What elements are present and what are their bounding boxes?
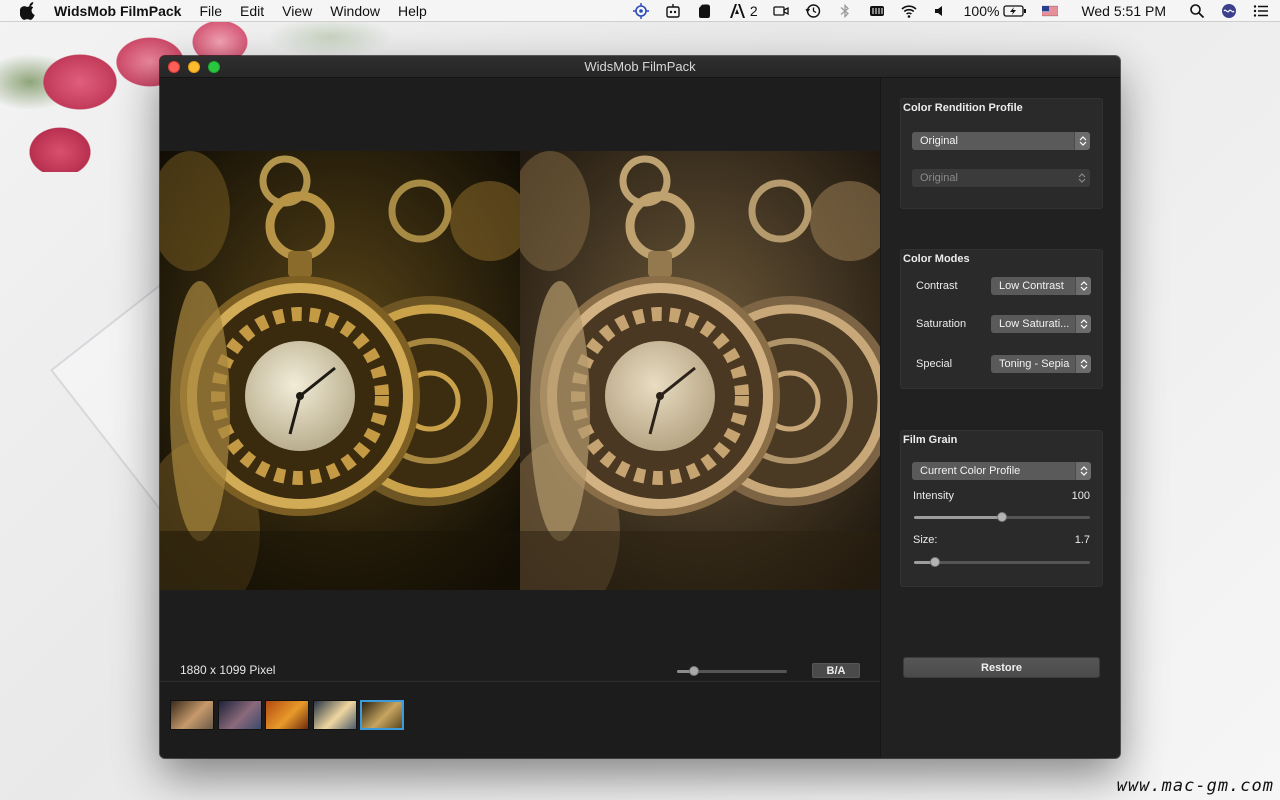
us-flag-icon[interactable] bbox=[1041, 3, 1059, 19]
intensity-slider-fill bbox=[914, 516, 1002, 519]
special-select[interactable]: Toning - Sepia bbox=[991, 355, 1091, 373]
select-arrows-icon bbox=[1074, 169, 1090, 187]
color-rendition-group: Color Rendition Profile Original Origina… bbox=[900, 98, 1103, 209]
intensity-label: Intensity bbox=[913, 490, 954, 502]
minimize-window-button[interactable] bbox=[188, 61, 200, 73]
menu-edit[interactable]: Edit bbox=[240, 3, 264, 19]
location-icon[interactable] bbox=[632, 3, 650, 19]
pocket-watches-sepia-image bbox=[520, 151, 880, 590]
size-label: Size: bbox=[913, 534, 938, 546]
preview-area: 1880 x 1099 Pixel B/A bbox=[160, 78, 880, 680]
window-title: WidsMob FilmPack bbox=[584, 59, 696, 74]
thumbnail-interior[interactable] bbox=[170, 700, 214, 730]
original-photo[interactable] bbox=[160, 151, 520, 590]
battery-icon[interactable] bbox=[1003, 3, 1027, 19]
color-subprofile-select: Original bbox=[912, 169, 1090, 187]
special-label: Special bbox=[916, 358, 953, 370]
grain-profile-select[interactable]: Current Color Profile bbox=[912, 462, 1091, 480]
menu-file[interactable]: File bbox=[199, 3, 222, 19]
evernote-icon[interactable] bbox=[696, 3, 714, 19]
color-subprofile-value: Original bbox=[920, 172, 958, 184]
saturation-value: Low Saturati... bbox=[999, 318, 1070, 330]
window-titlebar[interactable]: WidsMob FilmPack bbox=[160, 56, 1120, 78]
menu-view[interactable]: View bbox=[282, 3, 312, 19]
film-grain-title: Film Grain bbox=[903, 434, 958, 446]
notification-center-icon[interactable] bbox=[1252, 3, 1270, 19]
grain-profile-value: Current Color Profile bbox=[920, 465, 1021, 477]
robot-icon[interactable] bbox=[664, 3, 682, 19]
volume-icon[interactable] bbox=[932, 3, 950, 19]
select-arrows-icon bbox=[1075, 355, 1091, 373]
size-slider-knob[interactable] bbox=[930, 557, 940, 567]
app-window: WidsMob FilmPack 1880 x 1099 Pixel B/A C… bbox=[160, 56, 1120, 758]
adobe-notification-count: 2 bbox=[749, 3, 758, 19]
color-profile-value: Original bbox=[920, 135, 958, 147]
menu-bar-status-area: 2 100% Wed 5:51 PM bbox=[632, 0, 1270, 22]
bluetooth-icon[interactable] bbox=[836, 3, 854, 19]
close-window-button[interactable] bbox=[168, 61, 180, 73]
color-profile-select[interactable]: Original bbox=[912, 132, 1090, 150]
facetime-camera-icon[interactable] bbox=[772, 3, 790, 19]
intensity-slider-knob[interactable] bbox=[997, 512, 1007, 522]
color-rendition-title: Color Rendition Profile bbox=[903, 102, 1023, 114]
saturation-select[interactable]: Low Saturati... bbox=[991, 315, 1091, 333]
select-arrows-icon bbox=[1075, 277, 1091, 295]
filtered-photo[interactable] bbox=[520, 151, 880, 590]
color-modes-title: Color Modes bbox=[903, 253, 970, 265]
color-modes-group: Color Modes Contrast Low Contrast Satura… bbox=[900, 249, 1103, 389]
battery-percentage: 100% bbox=[963, 3, 1000, 19]
zoom-slider[interactable] bbox=[677, 666, 787, 676]
image-dimensions-label: 1880 x 1099 Pixel bbox=[180, 663, 276, 677]
time-machine-icon[interactable] bbox=[804, 3, 822, 19]
pocket-watches-original-image bbox=[160, 151, 520, 590]
adjustments-panel: Color Rendition Profile Original Origina… bbox=[880, 78, 1120, 758]
menu-bar: WidsMob FilmPack File Edit View Window H… bbox=[0, 0, 1280, 22]
size-slider[interactable] bbox=[914, 557, 1090, 567]
thumbnail-sunset-lake[interactable] bbox=[312, 700, 357, 730]
zoom-window-button[interactable] bbox=[208, 61, 220, 73]
window-controls bbox=[168, 61, 220, 73]
select-arrows-icon bbox=[1075, 462, 1091, 480]
thumbnail-pocket-watches[interactable] bbox=[360, 700, 404, 730]
saturation-label: Saturation bbox=[916, 318, 967, 330]
intensity-slider[interactable] bbox=[914, 512, 1090, 522]
special-value: Toning - Sepia bbox=[999, 358, 1070, 370]
menu-bar-clock[interactable]: Wed 5:51 PM bbox=[1081, 3, 1166, 19]
thumbnail-strip bbox=[160, 681, 880, 758]
contrast-select[interactable]: Low Contrast bbox=[991, 277, 1091, 295]
thumbnail-autumn-leaves[interactable] bbox=[265, 700, 309, 730]
film-grain-group: Film Grain Current Color Profile Intensi… bbox=[900, 430, 1103, 587]
memory-icon[interactable] bbox=[868, 3, 886, 19]
wifi-icon[interactable] bbox=[900, 3, 918, 19]
thumbnail-city-night[interactable] bbox=[217, 700, 262, 730]
watermark-text: www.mac-gm.com bbox=[1116, 776, 1274, 796]
select-arrows-icon bbox=[1075, 315, 1091, 333]
menu-help[interactable]: Help bbox=[398, 3, 427, 19]
intensity-value: 100 bbox=[1071, 490, 1090, 502]
siri-icon[interactable] bbox=[1220, 3, 1238, 19]
apple-logo-icon[interactable] bbox=[20, 1, 38, 20]
contrast-value: Low Contrast bbox=[999, 280, 1064, 292]
before-after-button[interactable]: B/A bbox=[812, 663, 860, 678]
select-arrows-icon bbox=[1074, 132, 1090, 150]
restore-button[interactable]: Restore bbox=[903, 657, 1100, 678]
size-value: 1.7 bbox=[1074, 534, 1090, 546]
contrast-label: Contrast bbox=[916, 280, 958, 292]
zoom-slider-knob[interactable] bbox=[689, 666, 699, 676]
adobe-icon[interactable] bbox=[728, 3, 746, 19]
spotlight-icon[interactable] bbox=[1188, 3, 1206, 19]
menu-app-name[interactable]: WidsMob FilmPack bbox=[54, 3, 181, 19]
menu-window[interactable]: Window bbox=[330, 3, 380, 19]
